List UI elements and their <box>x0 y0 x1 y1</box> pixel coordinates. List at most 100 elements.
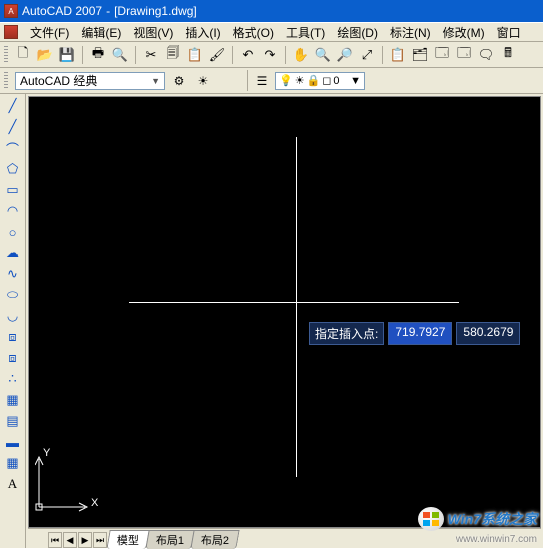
sep <box>232 46 233 64</box>
watermark: Win7系统之家 www.winwin7.com <box>418 507 537 531</box>
workspace-name: AutoCAD 经典 <box>20 72 97 89</box>
title-bar: A AutoCAD 2007 - [Drawing1.dwg] <box>0 0 543 22</box>
table-button[interactable]: ▦ <box>3 453 23 473</box>
insert-block-button[interactable]: ⧈ <box>3 327 23 347</box>
coord-x-input[interactable]: 719.7927 <box>388 322 452 345</box>
workspace-settings-button[interactable]: ⚙ <box>169 71 189 91</box>
menu-view[interactable]: 视图(V) <box>127 22 179 43</box>
windows-flag-icon <box>418 507 444 531</box>
tab-layout2[interactable]: 布局2 <box>190 530 239 549</box>
app-icon: A <box>4 4 18 18</box>
construction-line-button[interactable]: ╱ <box>3 117 23 137</box>
quickcalc-button[interactable]: 🖩 <box>498 45 518 65</box>
sheet-set-button[interactable]: 🗔 <box>454 45 474 65</box>
tab-model[interactable]: 模型 <box>106 530 149 549</box>
cut-button[interactable]: ✂ <box>141 45 161 65</box>
workspace-sun-button[interactable]: ☀ <box>193 71 213 91</box>
zoom-previous-button[interactable]: ⤢ <box>357 45 377 65</box>
doc-sys-icon[interactable] <box>4 25 18 39</box>
tab-last-button[interactable]: ⏭ <box>93 532 107 548</box>
sep <box>82 46 83 64</box>
standard-toolbar: 🗋 📂 💾 🖶 🔍 ✂ 🗐 📋 🖌 ↶ ↷ ✋ 🔍 🔎 ⤢ 📋 🗂 🗔 🗔 🗨 … <box>0 42 543 68</box>
new-button[interactable]: 🗋 <box>13 45 33 65</box>
ellipse-button[interactable]: ⬭ <box>3 285 23 305</box>
properties-button[interactable]: 📋 <box>388 45 408 65</box>
menu-tools[interactable]: 工具(T) <box>280 22 331 43</box>
ucs-icon: Y X <box>35 447 95 517</box>
make-block-button[interactable]: ⧈ <box>3 348 23 368</box>
revcloud-button[interactable]: ☁ <box>3 243 23 263</box>
match-prop-button[interactable]: 🖌 <box>207 45 227 65</box>
region-button[interactable]: ▬ <box>3 432 23 452</box>
draw-toolbar: ╱ ╱ ⌒ ⬠ ▭ ◠ ○ ☁ ∿ ⬭ ◡ ⧈ ⧈ ∴ ▦ ▤ ▬ ▦ A <box>0 94 26 548</box>
dynamic-input: 指定插入点: 719.7927 580.2679 <box>309 322 520 345</box>
menu-draw[interactable]: 绘图(D) <box>331 22 384 43</box>
spline-button[interactable]: ∿ <box>3 264 23 284</box>
mtext-button[interactable]: A <box>3 474 23 494</box>
watermark-text: Win7系统之家 <box>448 509 537 529</box>
menu-dim[interactable]: 标注(N) <box>384 22 437 43</box>
tab-next-button[interactable]: ▶ <box>78 532 92 548</box>
workspace-combo[interactable]: AutoCAD 经典 ▼ <box>15 72 165 90</box>
menu-bar: 文件(F) 编辑(E) 视图(V) 插入(I) 格式(O) 工具(T) 绘图(D… <box>0 22 543 42</box>
arc-button[interactable]: ◠ <box>3 201 23 221</box>
point-button[interactable]: ∴ <box>3 369 23 389</box>
tab-first-button[interactable]: ⏮ <box>48 532 62 548</box>
title-sep: - <box>106 4 110 18</box>
chevron-down-icon: ▼ <box>350 75 361 87</box>
zoom-window-button[interactable]: 🔎 <box>335 45 355 65</box>
menu-window[interactable]: 窗口 <box>491 22 527 43</box>
redo-button[interactable]: ↷ <box>260 45 280 65</box>
canvas-wrap: 指定插入点: 719.7927 580.2679 Y X <box>26 94 543 548</box>
coord-y-input[interactable]: 580.2679 <box>456 322 520 345</box>
polyline-button[interactable]: ⌒ <box>3 138 23 158</box>
rectangle-button[interactable]: ▭ <box>3 180 23 200</box>
tool-palettes-button[interactable]: 🗔 <box>432 45 452 65</box>
menu-insert[interactable]: 插入(I) <box>179 22 226 43</box>
layer-combo[interactable]: 💡 ☀ 🔒 ◻ 0 ▼ <box>275 72 365 90</box>
toolbar-grip[interactable] <box>4 72 8 90</box>
gradient-button[interactable]: ▤ <box>3 411 23 431</box>
plot-preview-button[interactable]: 🔍 <box>110 45 130 65</box>
circle-button[interactable]: ○ <box>3 222 23 242</box>
polygon-button[interactable]: ⬠ <box>3 159 23 179</box>
menu-modify[interactable]: 修改(M) <box>437 22 491 43</box>
color-swatch-icon: ◻ <box>322 74 331 87</box>
layer-name: 0 <box>333 75 339 87</box>
line-button[interactable]: ╱ <box>3 96 23 116</box>
save-button[interactable]: 💾 <box>57 45 77 65</box>
tab-layout1[interactable]: 布局1 <box>145 530 194 549</box>
layer-manager-button[interactable]: ☰ <box>252 71 272 91</box>
sep <box>135 46 136 64</box>
sep <box>285 46 286 64</box>
app-title: AutoCAD 2007 <box>22 4 102 18</box>
pan-button[interactable]: ✋ <box>291 45 311 65</box>
open-button[interactable]: 📂 <box>35 45 55 65</box>
sep <box>382 46 383 64</box>
chevron-down-icon: ▼ <box>151 76 160 86</box>
prompt-label: 指定插入点: <box>309 322 384 345</box>
plot-button[interactable]: 🖶 <box>88 45 108 65</box>
menu-file[interactable]: 文件(F) <box>24 22 75 43</box>
main-area: ╱ ╱ ⌒ ⬠ ▭ ◠ ○ ☁ ∿ ⬭ ◡ ⧈ ⧈ ∴ ▦ ▤ ▬ ▦ A 指定… <box>0 94 543 548</box>
undo-button[interactable]: ↶ <box>238 45 258 65</box>
tab-prev-button[interactable]: ◀ <box>63 532 77 548</box>
menu-edit[interactable]: 编辑(E) <box>75 22 127 43</box>
hatch-button[interactable]: ▦ <box>3 390 23 410</box>
paste-button[interactable]: 📋 <box>185 45 205 65</box>
drawing-area[interactable]: 指定插入点: 719.7927 580.2679 Y X <box>28 96 541 528</box>
design-center-button[interactable]: 🗂 <box>410 45 430 65</box>
workspace-toolbar: AutoCAD 经典 ▼ ⚙ ☀ ☰ 💡 ☀ 🔒 ◻ 0 ▼ <box>0 68 543 94</box>
doc-title: [Drawing1.dwg] <box>114 4 197 18</box>
lock-icon: 🔒 <box>307 74 321 87</box>
zoom-realtime-button[interactable]: 🔍 <box>313 45 333 65</box>
menu-format[interactable]: 格式(O) <box>227 22 280 43</box>
sun-icon: ☀ <box>295 74 305 87</box>
copy-button[interactable]: 🗐 <box>163 45 183 65</box>
ellipse-arc-button[interactable]: ◡ <box>3 306 23 326</box>
crosshair-vertical <box>296 137 297 477</box>
crosshair-horizontal <box>129 302 459 303</box>
toolbar-grip[interactable] <box>4 46 8 64</box>
watermark-url: www.winwin7.com <box>456 534 537 545</box>
markup-button[interactable]: 🗨 <box>476 45 496 65</box>
